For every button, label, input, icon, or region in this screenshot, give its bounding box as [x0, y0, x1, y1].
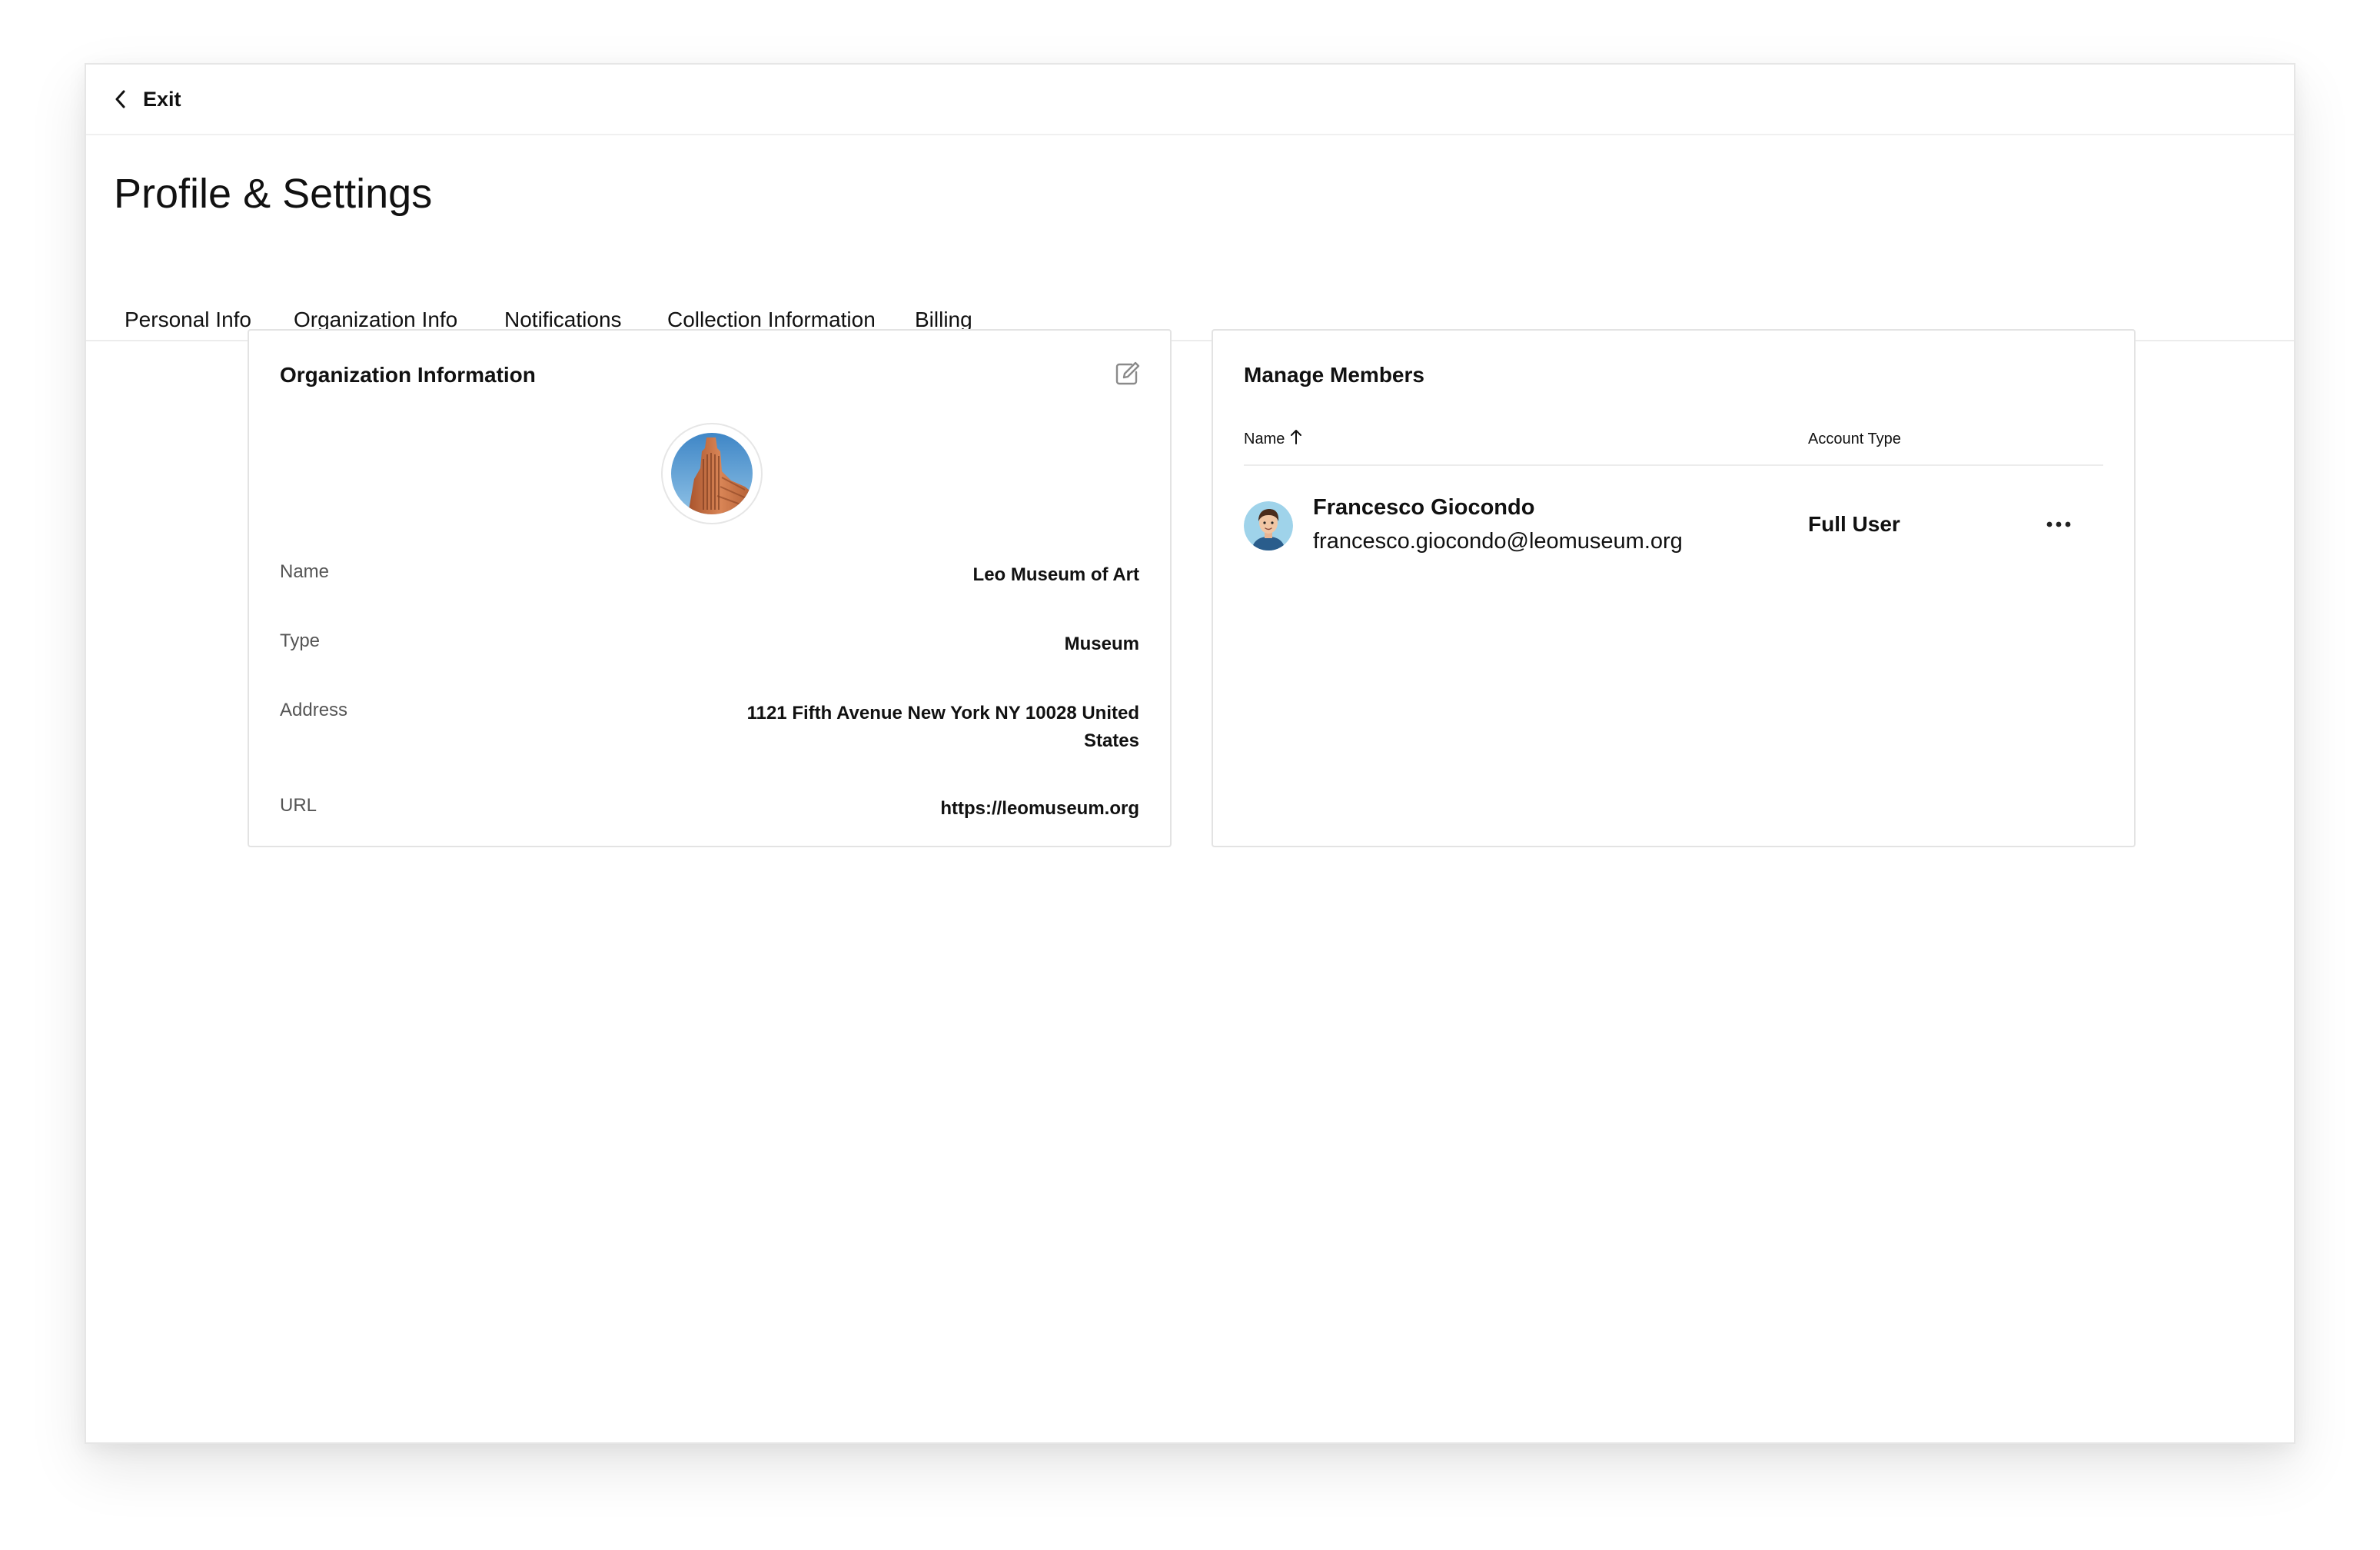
organization-info-card: Organization Information Name Leo Museum…	[248, 329, 1172, 847]
more-horizontal-icon[interactable]	[2043, 517, 2074, 532]
column-header-name[interactable]: Name	[1244, 430, 1303, 451]
exit-label: Exit	[143, 87, 181, 111]
column-label-name: Name	[1244, 431, 1285, 447]
manage-members-card: Manage Members Name Account Type Frances…	[1212, 329, 2136, 847]
field-label: Address	[280, 700, 348, 720]
field-value: Leo Museum of Art	[972, 564, 1139, 585]
members-card-title: Manage Members	[1244, 363, 1424, 387]
table-row[interactable]: Francesco Giocondo francesco.giocondo@le…	[1244, 495, 2103, 564]
field-value: https://leomuseum.org	[940, 798, 1139, 819]
tab-personal-info[interactable]: Personal Info	[125, 308, 251, 332]
field-label: URL	[280, 795, 317, 816]
app-window: Exit Profile & Settings Personal Info Or…	[85, 63, 2295, 1444]
member-name: Francesco Giocondo	[1313, 495, 1535, 520]
arrow-up-icon	[1285, 430, 1303, 451]
column-header-account-type[interactable]: Account Type	[1808, 431, 1901, 448]
field-label: Type	[280, 630, 321, 651]
organization-logo	[661, 423, 763, 524]
exit-button[interactable]: Exit	[114, 88, 181, 111]
page-title: Profile & Settings	[114, 171, 433, 217]
member-account-type: Full User	[1808, 512, 1900, 536]
member-email: francesco.giocondo@leomuseum.org	[1313, 529, 1683, 554]
field-value: 1121 Fifth Avenue New York NY 10028 Unit…	[746, 703, 1139, 751]
field-label: Name	[280, 561, 330, 582]
top-bar: Exit	[86, 65, 2294, 135]
organization-card-title: Organization Information	[280, 363, 536, 387]
avatar	[1244, 501, 1293, 550]
chevron-left-icon	[114, 89, 126, 109]
edit-icon[interactable]	[1113, 360, 1141, 388]
field-value: Museum	[1064, 634, 1139, 654]
members-table-header: Name Account Type	[1244, 430, 2103, 466]
